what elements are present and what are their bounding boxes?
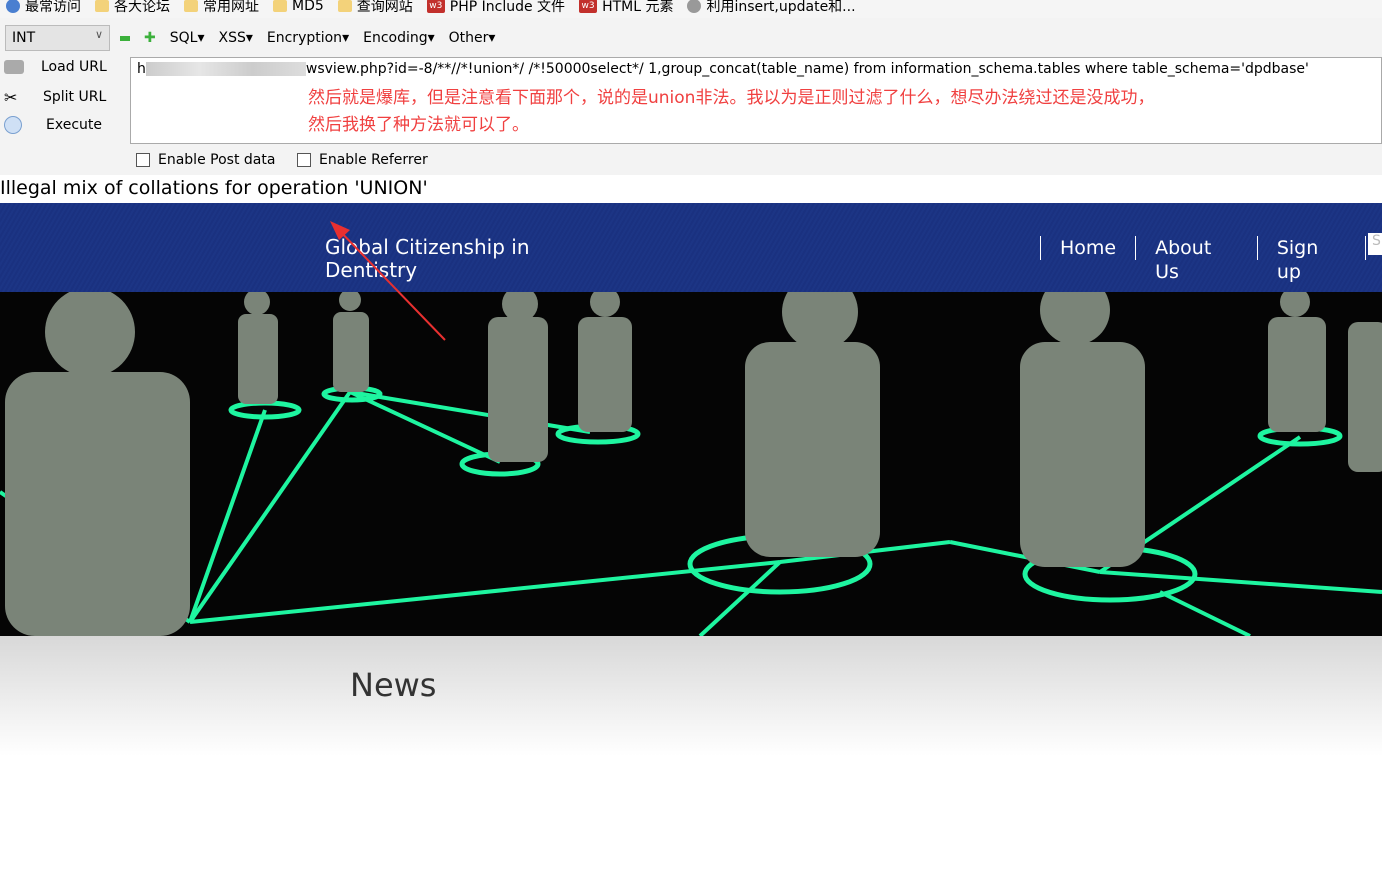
- bookmark-most-visited[interactable]: 最常访问: [6, 0, 81, 16]
- folder-icon: [95, 0, 109, 12]
- split-url-button[interactable]: ✂ Split URL: [4, 88, 106, 107]
- bookmark-md5[interactable]: MD5: [273, 0, 324, 14]
- section-title: News: [350, 666, 437, 704]
- nav-sign-up[interactable]: Sign up: [1256, 236, 1365, 283]
- w3-icon: w3: [579, 0, 598, 13]
- enable-referrer-checkbox[interactable]: Enable Referrer: [297, 152, 428, 168]
- w3-icon: w3: [426, 0, 445, 13]
- load-url-button[interactable]: Load URL: [4, 59, 107, 75]
- menu-encryption[interactable]: Encryption▾: [267, 30, 349, 46]
- increase-icon[interactable]: ✚: [144, 30, 156, 46]
- play-icon: [4, 116, 22, 134]
- execute-button[interactable]: Execute: [4, 116, 102, 134]
- url-textarea[interactable]: h wsview.php?id=-8/**//*!union*/ /*!50000…: [130, 57, 1382, 144]
- annotation-line-1: 然后就是爆库，但是注意看下面那个，说的是union非法。我以为是正则过滤了什么，…: [308, 88, 1155, 108]
- bookmarks-bar: 最常访问 各大论坛 常用网址 MD5 查询网站 w3 PHP Include 文件…: [0, 0, 1382, 18]
- bookmark-common-sites[interactable]: 常用网址: [184, 0, 259, 16]
- content-area: News: [0, 636, 1382, 885]
- globe-icon: [687, 0, 702, 13]
- nav-home[interactable]: Home: [1040, 236, 1135, 260]
- error-message: Illegal mix of collations for operation …: [0, 177, 428, 199]
- menu-sql[interactable]: SQL▾: [170, 30, 205, 46]
- chevron-down-icon: ∨: [94, 28, 103, 41]
- scissors-icon: ✂: [4, 88, 18, 107]
- search-input[interactable]: S: [1368, 233, 1382, 255]
- red-arrow-annotation: [330, 221, 446, 341]
- nav-about-us[interactable]: About Us: [1135, 236, 1257, 283]
- folder-icon: [273, 0, 287, 12]
- bookmark-forums[interactable]: 各大论坛: [95, 0, 170, 16]
- decrease-icon[interactable]: [120, 35, 130, 41]
- enable-post-checkbox[interactable]: Enable Post data: [136, 152, 275, 168]
- redacted-host: [145, 62, 306, 76]
- network-people-image: [0, 274, 1382, 638]
- annotation-line-2: 然后我换了种方法就可以了。: [308, 115, 529, 135]
- bookmark-query-sites[interactable]: 查询网站: [337, 0, 413, 16]
- menu-other[interactable]: Other▾: [449, 30, 496, 46]
- site-header: Global Citizenship in Dentistry Home Abo…: [0, 203, 1382, 292]
- hero-banner: [0, 274, 1382, 638]
- folder-icon: [184, 0, 198, 12]
- type-select[interactable]: INT ∨: [5, 25, 110, 51]
- bookmark-php-include[interactable]: w3 PHP Include 文件: [426, 0, 565, 16]
- load-icon: [4, 60, 24, 74]
- bookmark-html-elements[interactable]: w3 HTML 元素: [579, 0, 673, 16]
- bookmark-insert-update[interactable]: 利用insert,update和...: [687, 0, 856, 16]
- folder-icon: [337, 0, 352, 12]
- ie-icon: [6, 0, 20, 13]
- menu-encoding[interactable]: Encoding▾: [363, 30, 435, 46]
- hackbar: INT ∨ ✚ SQL▾ XSS▾ Encryption▾ Encoding▾ O…: [0, 18, 1382, 175]
- menu-xss[interactable]: XSS▾: [218, 30, 252, 46]
